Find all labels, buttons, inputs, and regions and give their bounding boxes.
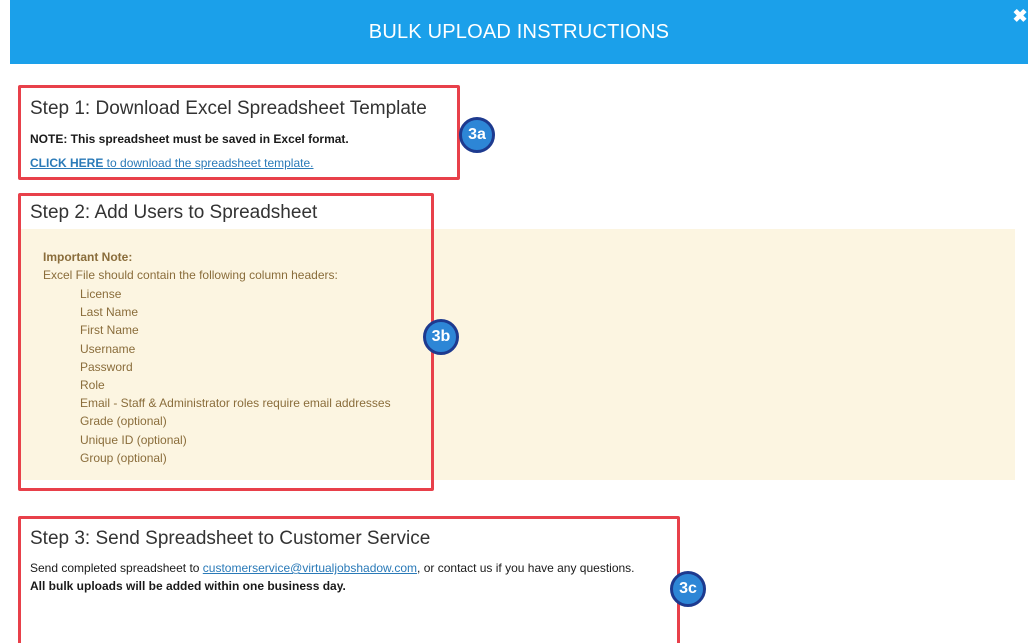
step1-highlight [18,85,460,180]
step2-highlight [18,193,434,491]
badge-3b: 3b [423,319,459,355]
bulk-upload-modal: BULK UPLOAD INSTRUCTIONS ✖ Step 1: Downl… [0,0,1028,643]
modal-title: BULK UPLOAD INSTRUCTIONS [368,20,670,43]
badge-3c: 3c [670,571,706,607]
close-icon[interactable]: ✖ [1012,7,1028,25]
modal-header: BULK UPLOAD INSTRUCTIONS ✖ [10,0,1028,64]
step3-highlight [18,516,680,643]
badge-3a: 3a [459,117,495,153]
